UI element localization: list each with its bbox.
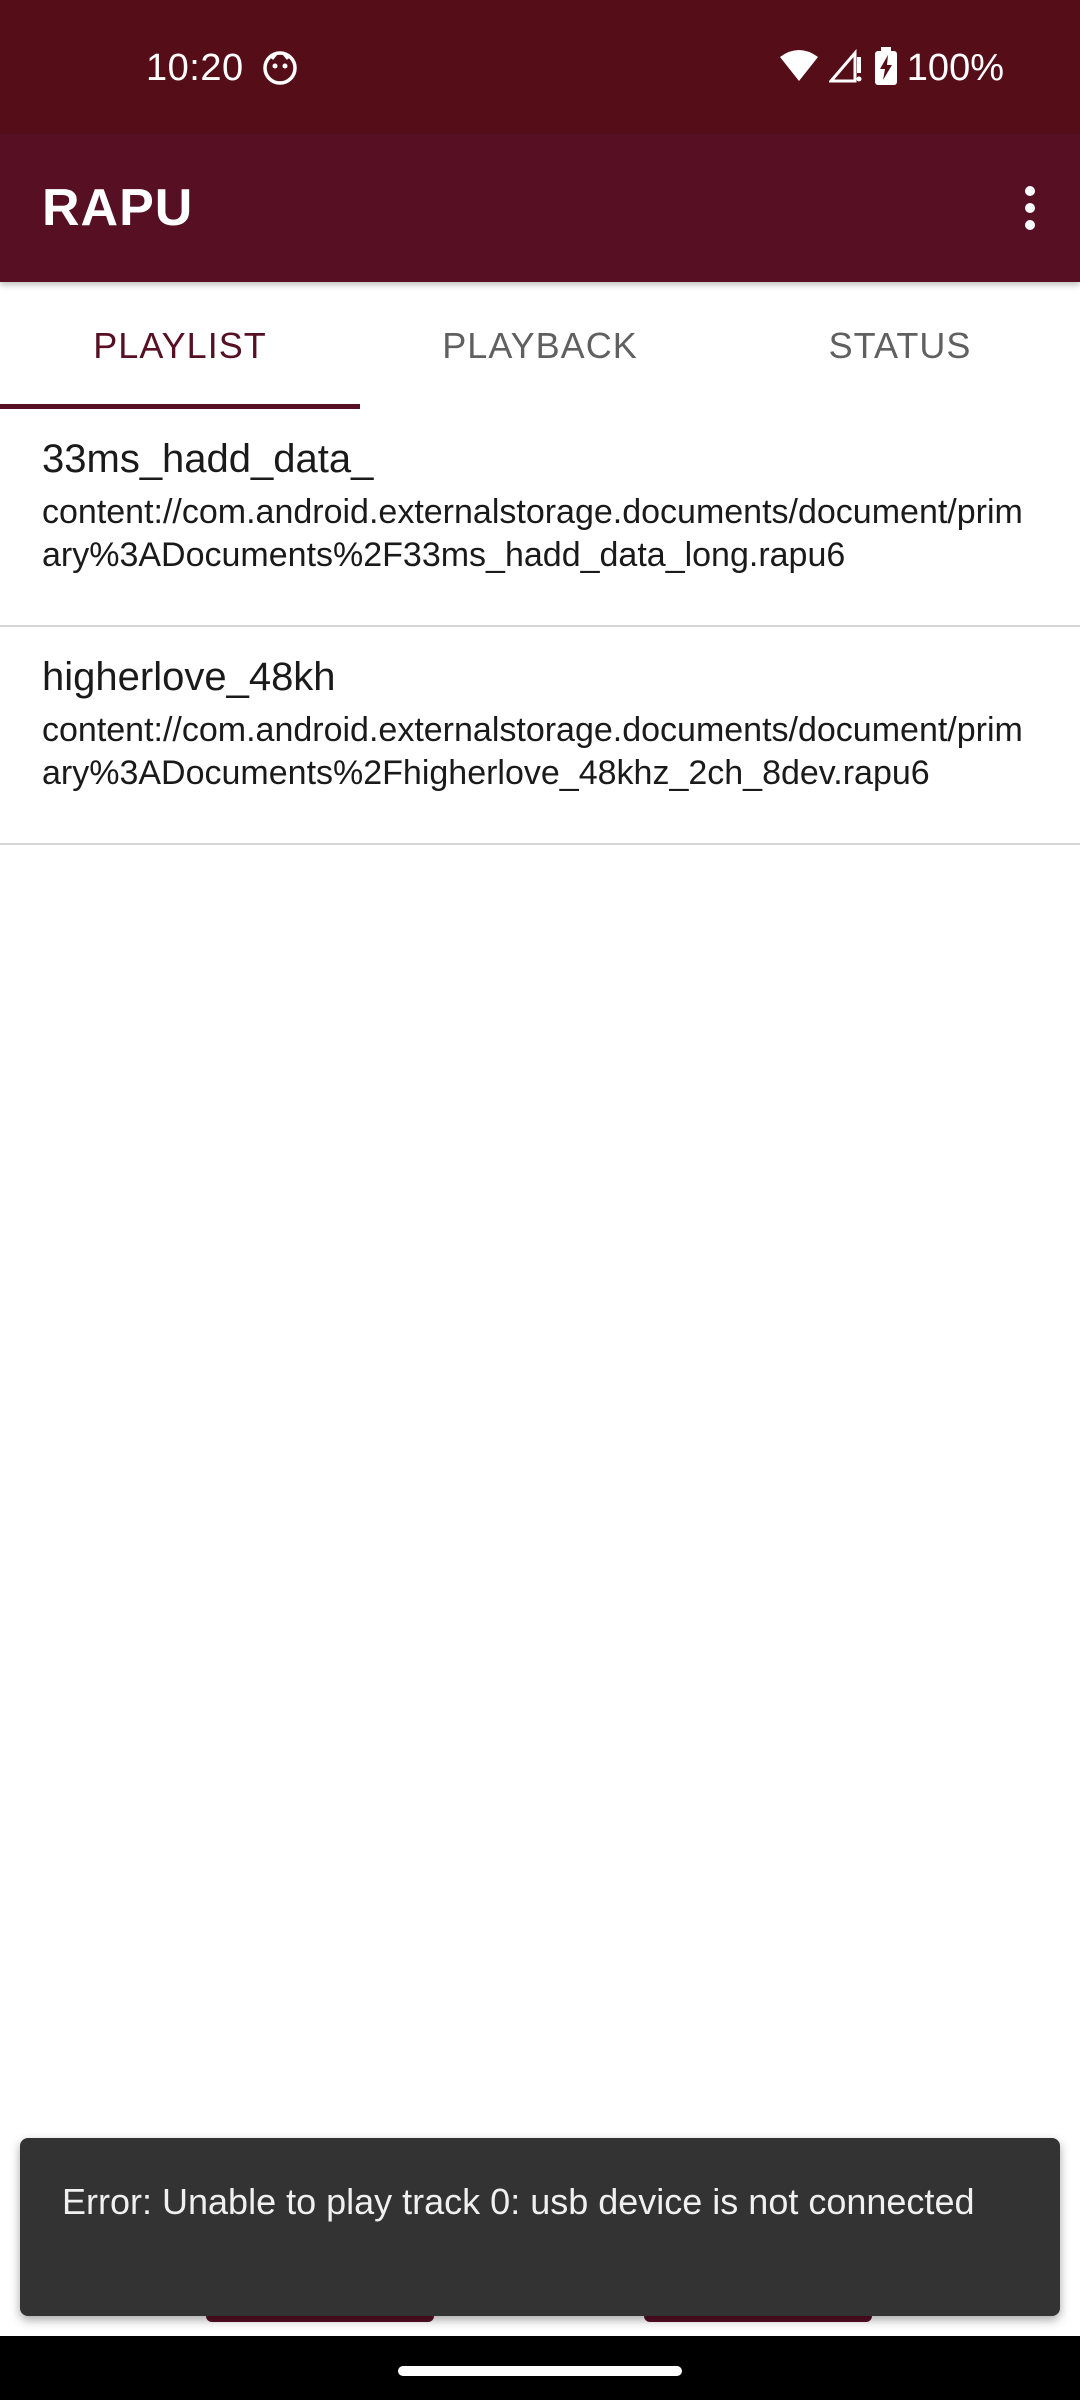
tab-playlist[interactable]: PLAYLIST bbox=[0, 282, 360, 409]
screen: 10:20 100% RAPU PLAYLIST PLAYBACK STATUS… bbox=[0, 0, 1080, 2400]
tab-playlist-label: PLAYLIST bbox=[93, 324, 267, 366]
gesture-handle[interactable] bbox=[398, 2366, 682, 2376]
wifi-icon bbox=[779, 49, 819, 88]
more-options-button[interactable] bbox=[994, 168, 1066, 248]
tab-playback[interactable]: PLAYBACK bbox=[360, 282, 720, 409]
notification-icon bbox=[262, 50, 298, 86]
track-title: 33ms_hadd_data_ bbox=[42, 437, 374, 481]
battery-percent: 100% bbox=[906, 47, 1004, 89]
track-path: content://com.android.externalstorage.do… bbox=[42, 711, 1023, 792]
track-title: higherlove_48kh bbox=[42, 655, 336, 699]
status-time: 10:20 bbox=[146, 47, 244, 89]
playlist: 33ms_hadd_data_ content://com.android.ex… bbox=[0, 409, 1080, 845]
battery-charging-icon bbox=[874, 46, 897, 90]
tab-bar: PLAYLIST PLAYBACK STATUS bbox=[0, 282, 1080, 409]
track-path: content://com.android.externalstorage.do… bbox=[42, 493, 1023, 574]
snackbar-message: Error: Unable to play track 0: usb devic… bbox=[62, 2181, 975, 2222]
more-vert-icon bbox=[1025, 186, 1035, 230]
list-item[interactable]: 33ms_hadd_data_ content://com.android.ex… bbox=[0, 409, 1080, 627]
tab-status-label: STATUS bbox=[828, 324, 972, 366]
status-bar: 10:20 100% bbox=[0, 0, 1080, 134]
tab-playback-label: PLAYBACK bbox=[442, 324, 638, 366]
navigation-bar bbox=[0, 2336, 1080, 2400]
list-item[interactable]: higherlove_48kh content://com.android.ex… bbox=[0, 627, 1080, 845]
app-bar: RAPU bbox=[0, 134, 1080, 282]
status-icons: 100% bbox=[779, 44, 1004, 92]
cell-signal-icon bbox=[827, 48, 865, 88]
tab-status[interactable]: STATUS bbox=[720, 282, 1080, 409]
app-title: RAPU bbox=[42, 179, 194, 237]
error-snackbar: Error: Unable to play track 0: usb devic… bbox=[20, 2138, 1060, 2316]
